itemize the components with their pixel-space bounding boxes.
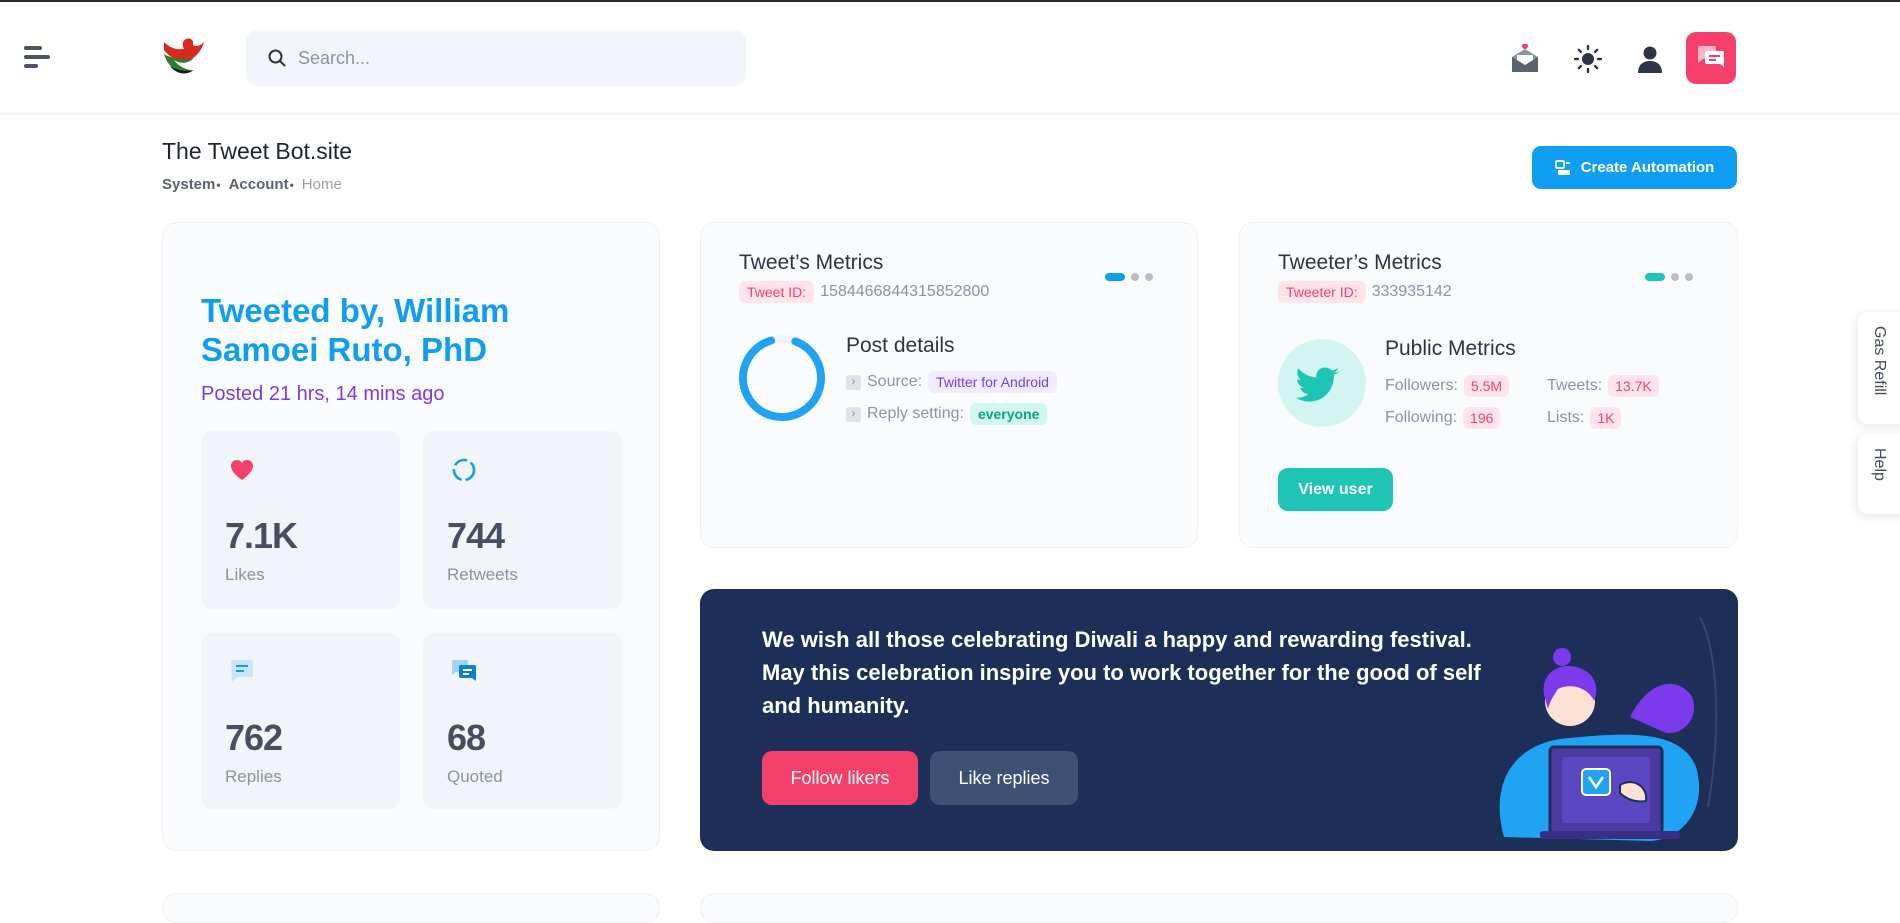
tweet-metrics-title: Tweet’s Metrics xyxy=(739,251,884,274)
twitter-bird-icon xyxy=(1278,339,1366,427)
followers-value: 5.5M xyxy=(1463,375,1510,397)
followers-row: Followers: 5.5M xyxy=(1385,375,1510,397)
tweeter-id-label: Tweeter ID: xyxy=(1278,281,1366,303)
lists-value: 1K xyxy=(1590,407,1622,429)
source-label: Source: xyxy=(867,373,923,390)
automation-icon xyxy=(1554,159,1570,175)
search-icon xyxy=(268,49,286,67)
lists-label: Lists: xyxy=(1547,409,1585,426)
help-tab[interactable]: Help xyxy=(1858,434,1900,514)
page-title: The Tweet Bot.site xyxy=(162,138,353,164)
source-row: › Source: Twitter for Android xyxy=(846,371,1057,393)
tweeter-id-value: 333935142 xyxy=(1371,283,1452,300)
tweets-label: Tweets: xyxy=(1547,377,1603,394)
mail-icon[interactable] xyxy=(1510,44,1540,74)
source-value: Twitter for Android xyxy=(928,371,1057,393)
followers-label: Followers: xyxy=(1385,377,1458,394)
breadcrumb-account[interactable]: Account xyxy=(229,176,294,193)
tweets-row: Tweets: 13.7K xyxy=(1547,375,1659,397)
following-label: Following: xyxy=(1385,409,1458,426)
progress-ring-icon xyxy=(739,335,825,421)
follow-likers-button[interactable]: Follow likers xyxy=(762,751,918,805)
following-value: 196 xyxy=(1463,407,1501,429)
replies-label: Replies xyxy=(225,767,282,786)
tweets-value: 13.7K xyxy=(1608,375,1659,397)
likes-label: Likes xyxy=(225,565,265,584)
person-laptop-illustration xyxy=(1499,617,1718,841)
create-automation-button[interactable]: Create Automation xyxy=(1532,146,1737,189)
tweeter-metrics-title: Tweeter’s Metrics xyxy=(1278,251,1442,274)
post-details-title: Post details xyxy=(846,334,955,357)
following-row: Following: 196 xyxy=(1385,407,1501,429)
quoted-count: 68 xyxy=(447,717,486,758)
reply-setting-value: everyone xyxy=(969,403,1048,425)
help-label: Help xyxy=(1871,448,1888,481)
heart-icon xyxy=(231,460,253,480)
gas-refill-tab[interactable]: Gas Refill xyxy=(1858,312,1900,424)
tweet-id-row: Tweet ID: 1584466844315852800 xyxy=(739,281,989,303)
search-input[interactable] xyxy=(298,47,718,69)
chevron-right-icon: › xyxy=(846,406,861,422)
retweet-icon xyxy=(452,458,476,482)
stat-replies: 762 Replies xyxy=(201,633,400,809)
tweeter-metrics-card: Tweeter’s Metrics Tweeter ID: 333935142 … xyxy=(1239,222,1738,548)
retweets-label: Retweets xyxy=(447,565,518,584)
tweet-card: Tweeted by, William Samoei Ruto, PhD Pos… xyxy=(162,222,660,851)
breadcrumb: System Account Home xyxy=(162,176,342,193)
diwali-banner: We wish all those celebrating Diwali a h… xyxy=(700,589,1738,851)
reply-setting-label: Reply setting: xyxy=(867,405,964,422)
chat-icon xyxy=(1698,46,1724,67)
carousel-dots[interactable] xyxy=(1645,273,1693,281)
posted-time: Posted 21 hrs, 14 mins ago xyxy=(201,383,445,405)
reply-setting-row: › Reply setting: everyone xyxy=(846,403,1048,425)
quote-icon xyxy=(452,660,476,681)
view-user-button[interactable]: View user xyxy=(1278,468,1393,511)
create-automation-label: Create Automation xyxy=(1580,159,1715,176)
stat-quoted: 68 Quoted xyxy=(423,633,622,809)
chevron-right-icon: › xyxy=(846,374,861,390)
breadcrumb-system[interactable]: System xyxy=(162,176,221,193)
tweet-author-heading: Tweeted by, William Samoei Ruto, PhD xyxy=(201,292,510,368)
chat-button[interactable] xyxy=(1686,32,1736,84)
public-metrics-title: Public Metrics xyxy=(1385,337,1516,360)
tweet-metrics-card: Tweet’s Metrics Tweet ID: 15844668443158… xyxy=(700,222,1198,548)
reply-icon xyxy=(231,660,253,682)
tweeter-id-row: Tweeter ID: 333935142 xyxy=(1278,281,1452,303)
breadcrumb-home: Home xyxy=(301,176,342,193)
user-icon[interactable] xyxy=(1635,44,1665,74)
likes-count: 7.1K xyxy=(225,515,298,556)
carousel-dots[interactable] xyxy=(1105,273,1153,281)
tweet-id-label: Tweet ID: xyxy=(739,281,815,303)
gas-refill-label: Gas Refill xyxy=(1871,326,1888,396)
sun-icon[interactable] xyxy=(1573,44,1603,74)
menu-icon[interactable] xyxy=(24,46,50,68)
replies-count: 762 xyxy=(225,717,283,758)
like-replies-button[interactable]: Like replies xyxy=(930,751,1078,805)
tweet-id-value: 1584466844315852800 xyxy=(820,283,990,300)
quoted-label: Quoted xyxy=(447,767,503,786)
search-bar[interactable] xyxy=(246,30,746,86)
retweets-count: 744 xyxy=(447,515,505,556)
top-header xyxy=(0,2,1900,114)
bottom-card-right xyxy=(700,893,1738,923)
lists-row: Lists: 1K xyxy=(1547,407,1622,429)
banner-message: We wish all those celebrating Diwali a h… xyxy=(762,627,1481,718)
stat-likes: 7.1K Likes xyxy=(201,431,400,609)
bottom-card-left xyxy=(162,893,660,923)
bird-logo-icon[interactable] xyxy=(160,36,206,78)
stat-retweets: 744 Retweets xyxy=(423,431,622,609)
